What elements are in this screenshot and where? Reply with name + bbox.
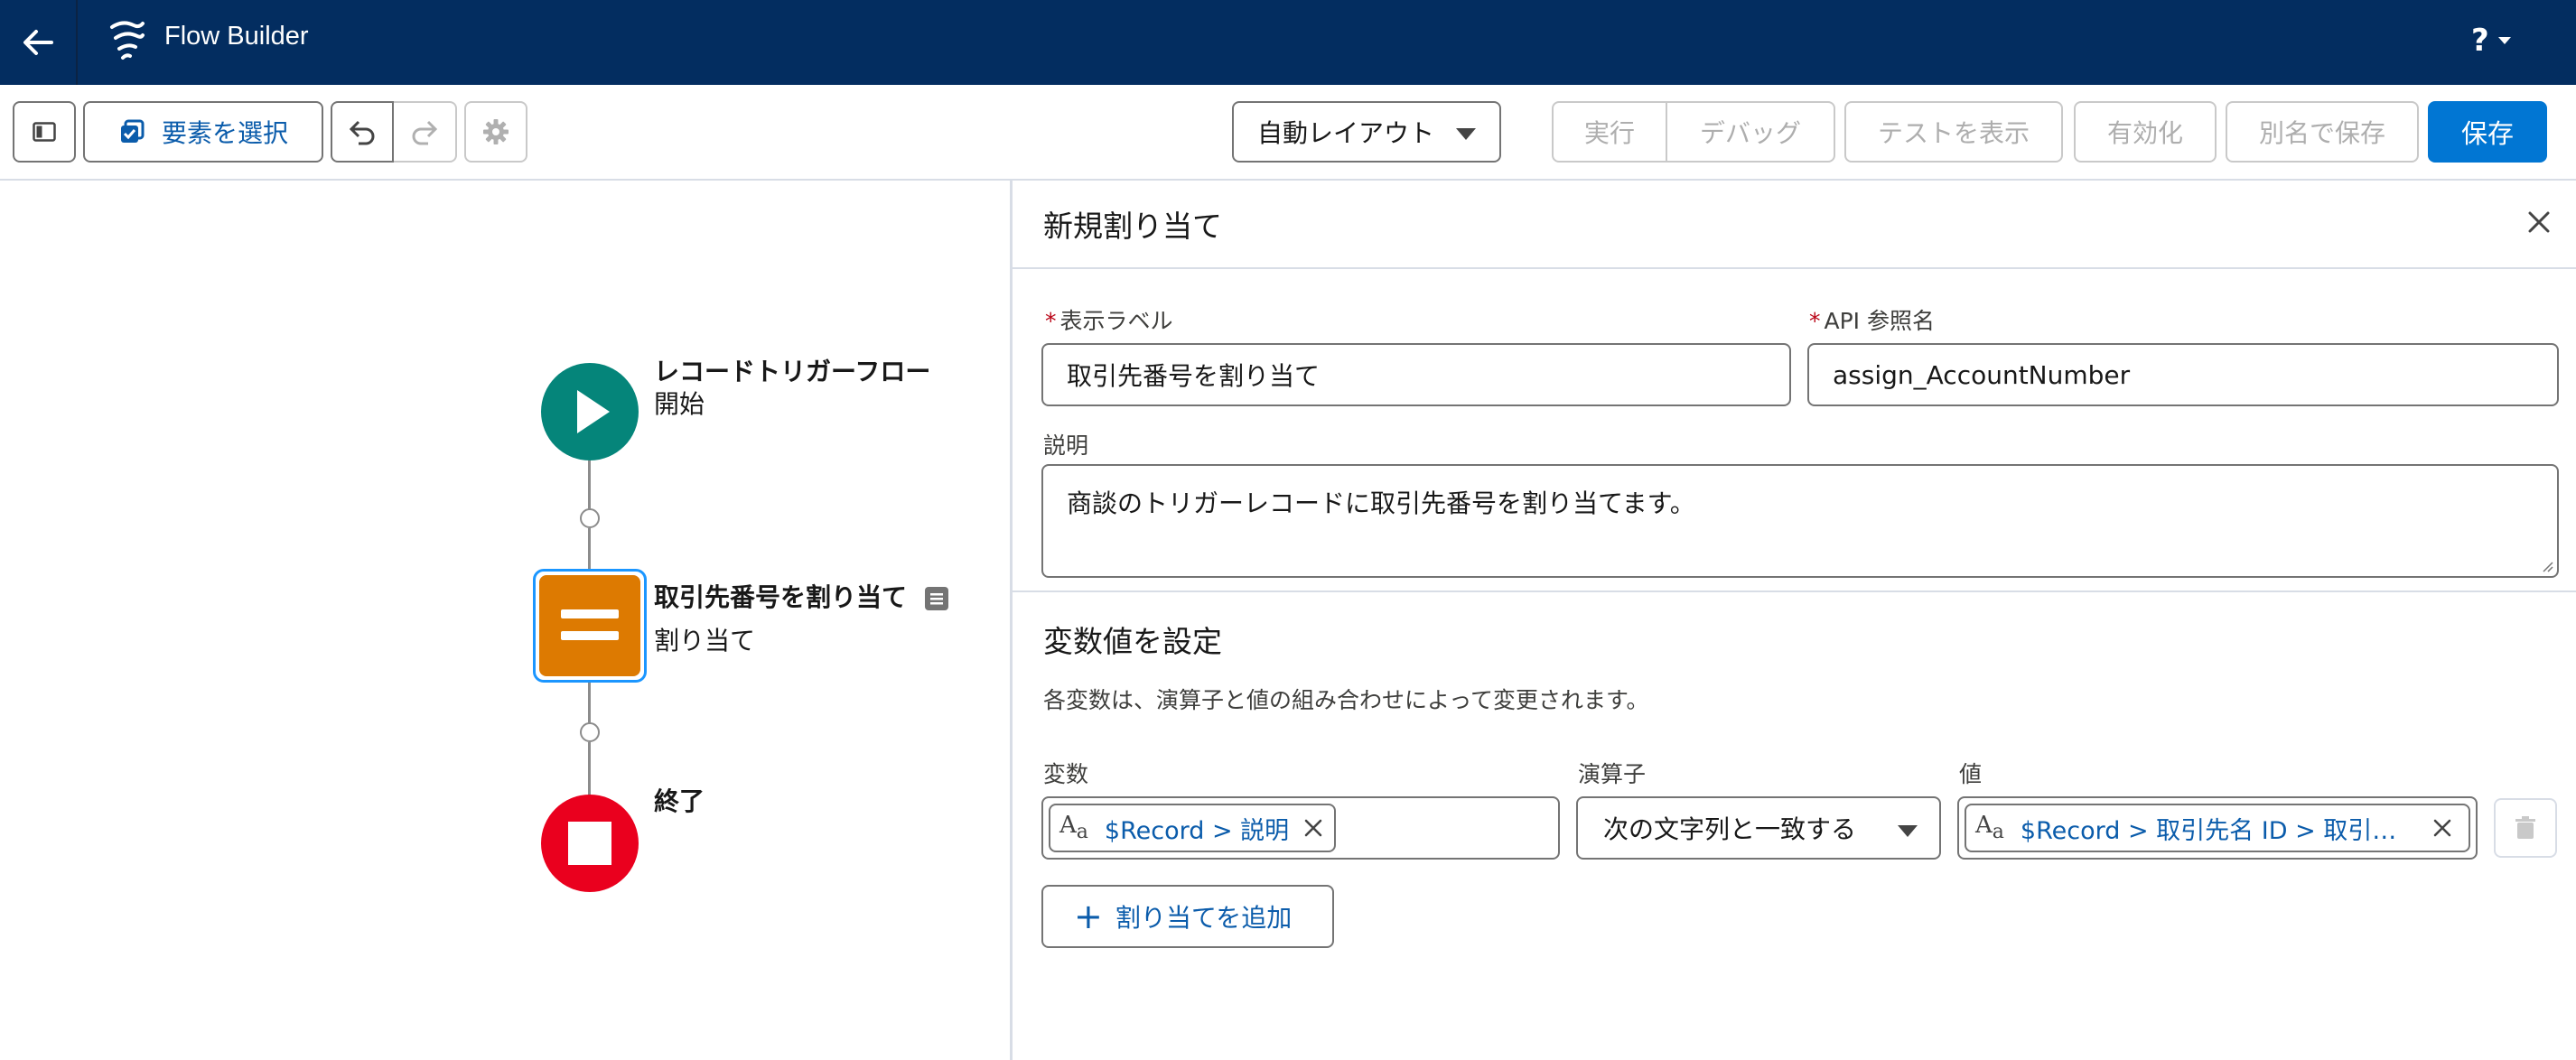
settings-button[interactable] [464, 101, 527, 163]
caret-down-icon [1456, 128, 1476, 140]
run-button[interactable]: 実行 [1552, 101, 1667, 163]
operator-column-header: 演算子 [1578, 761, 1647, 787]
description-note-icon [925, 587, 948, 610]
label-input[interactable]: 取引先番号を割り当て [1041, 343, 1791, 406]
property-panel: 新規割り当て * 表示ラベル 取引先番号を割り当て * API 参照名 assign… [1010, 181, 2576, 1060]
caret-down-icon [1898, 825, 1918, 837]
section-help-text: 各変数は、演算子と値の組み合わせによって変更されます。 [1043, 687, 1649, 713]
select-elements-label: 要素を選択 [161, 118, 288, 148]
variable-pill-label: $Record > 説明 [1104, 816, 1290, 845]
value-combobox[interactable]: Aa $Record > 取引先名 ID > 取引先... [1957, 796, 2478, 860]
save-as-button[interactable]: 別名で保存 [2226, 101, 2419, 163]
connector-line [588, 742, 591, 796]
value-pill[interactable]: Aa $Record > 取引先名 ID > 取引先... [1965, 804, 2470, 852]
end-node-title: 終了 [654, 786, 705, 816]
description-text: 商談のトリガーレコードに取引先番号を割り当てます。 [1067, 488, 1695, 518]
app-header: Flow Builder ? [0, 0, 2576, 85]
help-menu-button[interactable]: ? [2471, 18, 2534, 63]
section-title: 変数値を設定 [1043, 624, 1222, 659]
plus-icon: + [1074, 897, 1103, 936]
panel-title: 新規割り当て [1043, 209, 1222, 244]
text-type-icon: Aa [1975, 812, 2004, 844]
activate-button[interactable]: 有効化 [2074, 101, 2217, 163]
undo-button[interactable] [331, 101, 394, 163]
stop-icon [568, 822, 611, 865]
start-node[interactable] [541, 363, 639, 460]
undo-icon [349, 120, 375, 145]
app-title: Flow Builder [164, 22, 309, 51]
run-debug-group: 実行 デバッグ [1552, 101, 1835, 163]
remove-pill-icon[interactable] [2431, 816, 2454, 840]
remove-pill-icon[interactable] [1302, 816, 1325, 840]
description-field-label: 説明 [1043, 432, 1089, 459]
api-name-field-label: * API 参照名 [1809, 308, 1935, 334]
start-node-title: レコードトリガーフロー [654, 357, 931, 386]
redo-button[interactable] [394, 101, 457, 163]
layout-select[interactable]: 自動レイアウト [1232, 101, 1501, 163]
variable-column-header: 変数 [1043, 761, 1089, 787]
api-name-input[interactable]: assign_AccountNumber [1807, 343, 2559, 406]
delete-row-button[interactable] [2494, 798, 2557, 858]
start-node-subtitle: 開始 [654, 389, 705, 419]
help-icon: ? [2471, 23, 2489, 59]
required-asterisk: * [1809, 308, 1821, 334]
assignment-node[interactable] [539, 575, 640, 676]
required-asterisk: * [1045, 308, 1057, 334]
show-tests-button[interactable]: テストを表示 [1844, 101, 2063, 163]
close-icon [2528, 211, 2550, 233]
close-panel-button[interactable] [2523, 206, 2555, 238]
end-node[interactable] [541, 795, 639, 892]
add-element-dot[interactable] [580, 508, 600, 528]
connector-line [588, 680, 591, 723]
equals-icon [561, 609, 619, 640]
save-button[interactable]: 保存 [2428, 101, 2547, 163]
text-type-icon: Aa [1059, 812, 1088, 844]
operator-select[interactable]: 次の文字列と一致する [1576, 796, 1941, 860]
add-assignment-button[interactable]: + 割り当てを追加 [1041, 885, 1334, 948]
add-assignment-label: 割り当てを追加 [1115, 903, 1293, 933]
assignment-node-title: 取引先番号を割り当て [654, 582, 908, 612]
select-elements-button[interactable]: 要素を選択 [83, 101, 323, 163]
add-element-dot[interactable] [580, 722, 600, 742]
panel-left-icon [33, 122, 56, 142]
variable-pill[interactable]: Aa $Record > 説明 [1049, 804, 1337, 852]
value-column-header: 値 [1959, 761, 1983, 787]
label-field-label: * 表示ラベル [1045, 308, 1173, 334]
connector-line [588, 528, 591, 572]
flow-logo-icon [110, 21, 145, 60]
variable-combobox[interactable]: Aa $Record > 説明 [1041, 796, 1560, 860]
gear-icon [483, 119, 509, 144]
multi-select-icon [120, 119, 145, 143]
operator-select-value: 次の文字列と一致する [1603, 814, 1857, 844]
panel-divider [1013, 267, 2576, 269]
arrow-left-icon [23, 30, 53, 55]
panel-divider [1013, 590, 2576, 592]
back-button[interactable] [0, 0, 78, 85]
redo-icon [412, 120, 438, 145]
description-textarea[interactable]: 商談のトリガーレコードに取引先番号を割り当てます。 [1041, 464, 2559, 578]
toolbar: 要素を選択 自動レイアウト 実行 デバッグ テストを表示 有効化 別名で保存 保… [0, 85, 2576, 181]
play-icon [577, 390, 610, 433]
trash-icon [2515, 816, 2535, 839]
toggle-panel-button[interactable] [13, 101, 76, 163]
chevron-down-icon [2497, 37, 2511, 44]
assignment-node-subtitle: 割り当て [654, 626, 756, 656]
flow-canvas[interactable]: レコードトリガーフロー 開始 取引先番号を割り当て 割り当て 終了 [0, 181, 1010, 1060]
value-pill-label: $Record > 取引先名 ID > 取引先... [2020, 816, 2418, 845]
resize-grip-icon[interactable] [2539, 558, 2553, 572]
layout-select-value: 自動レイアウト [1257, 118, 1435, 148]
undo-redo-group [331, 101, 457, 163]
debug-button[interactable]: デバッグ [1667, 101, 1835, 163]
